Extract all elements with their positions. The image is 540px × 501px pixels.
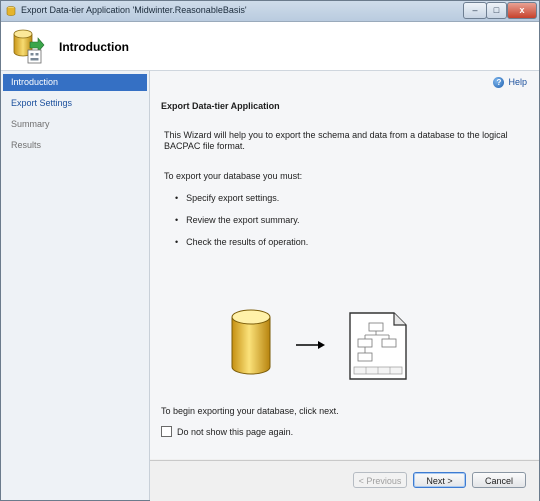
bacpac-file-icon — [349, 312, 407, 380]
arrow-right-icon — [296, 341, 325, 349]
step-item: Specify export settings. — [175, 193, 279, 203]
sidebar-item-introduction[interactable]: Introduction — [3, 74, 147, 91]
wizard-sidebar: Introduction Export Settings Summary Res… — [1, 71, 150, 500]
close-icon: x — [519, 5, 525, 15]
database-export-icon — [13, 29, 45, 64]
button-bar: < Previous Next > Cancel — [150, 460, 539, 501]
section-title: Export Data-tier Application — [161, 101, 280, 111]
window-title: Export Data-tier Application 'Midwinter.… — [21, 5, 247, 15]
database-cylinder-icon — [231, 309, 271, 375]
next-button[interactable]: Next > — [413, 472, 466, 488]
sidebar-item-results: Results — [11, 140, 42, 150]
help-link[interactable]: ? Help — [493, 77, 527, 91]
wizard-content: ? Help Export Data-tier Application This … — [150, 71, 539, 459]
step-item: Check the results of operation. — [175, 237, 308, 247]
previous-button[interactable]: < Previous — [353, 472, 407, 488]
sidebar-item-summary: Summary — [11, 119, 50, 129]
help-label: Help — [508, 77, 527, 87]
do-not-show-row[interactable]: Do not show this page again. — [161, 426, 293, 438]
close-button[interactable]: x — [507, 2, 537, 19]
steps-intro-text: To export your database you must: — [164, 171, 303, 181]
wizard-header: Introduction — [1, 22, 539, 71]
maximize-button[interactable]: □ — [486, 2, 507, 19]
page-title: Introduction — [59, 40, 129, 54]
sidebar-item-export-settings[interactable]: Export Settings — [3, 95, 147, 112]
app-database-icon — [6, 6, 16, 16]
export-illustration — [231, 309, 407, 380]
begin-text: To begin exporting your database, click … — [161, 406, 339, 416]
minimize-button[interactable]: – — [463, 2, 487, 19]
minimize-icon: – — [472, 5, 478, 15]
step-item: Review the export summary. — [175, 215, 299, 225]
help-icon: ? — [493, 77, 505, 89]
do-not-show-label[interactable]: Do not show this page again. — [177, 427, 293, 437]
intro-text: This Wizard will help you to export the … — [164, 130, 508, 151]
title-bar[interactable]: Export Data-tier Application 'Midwinter.… — [1, 1, 539, 22]
cancel-button[interactable]: Cancel — [472, 472, 526, 488]
export-wizard-window: Export Data-tier Application 'Midwinter.… — [0, 0, 540, 501]
maximize-icon: □ — [493, 5, 500, 15]
do-not-show-checkbox[interactable] — [161, 426, 172, 438]
